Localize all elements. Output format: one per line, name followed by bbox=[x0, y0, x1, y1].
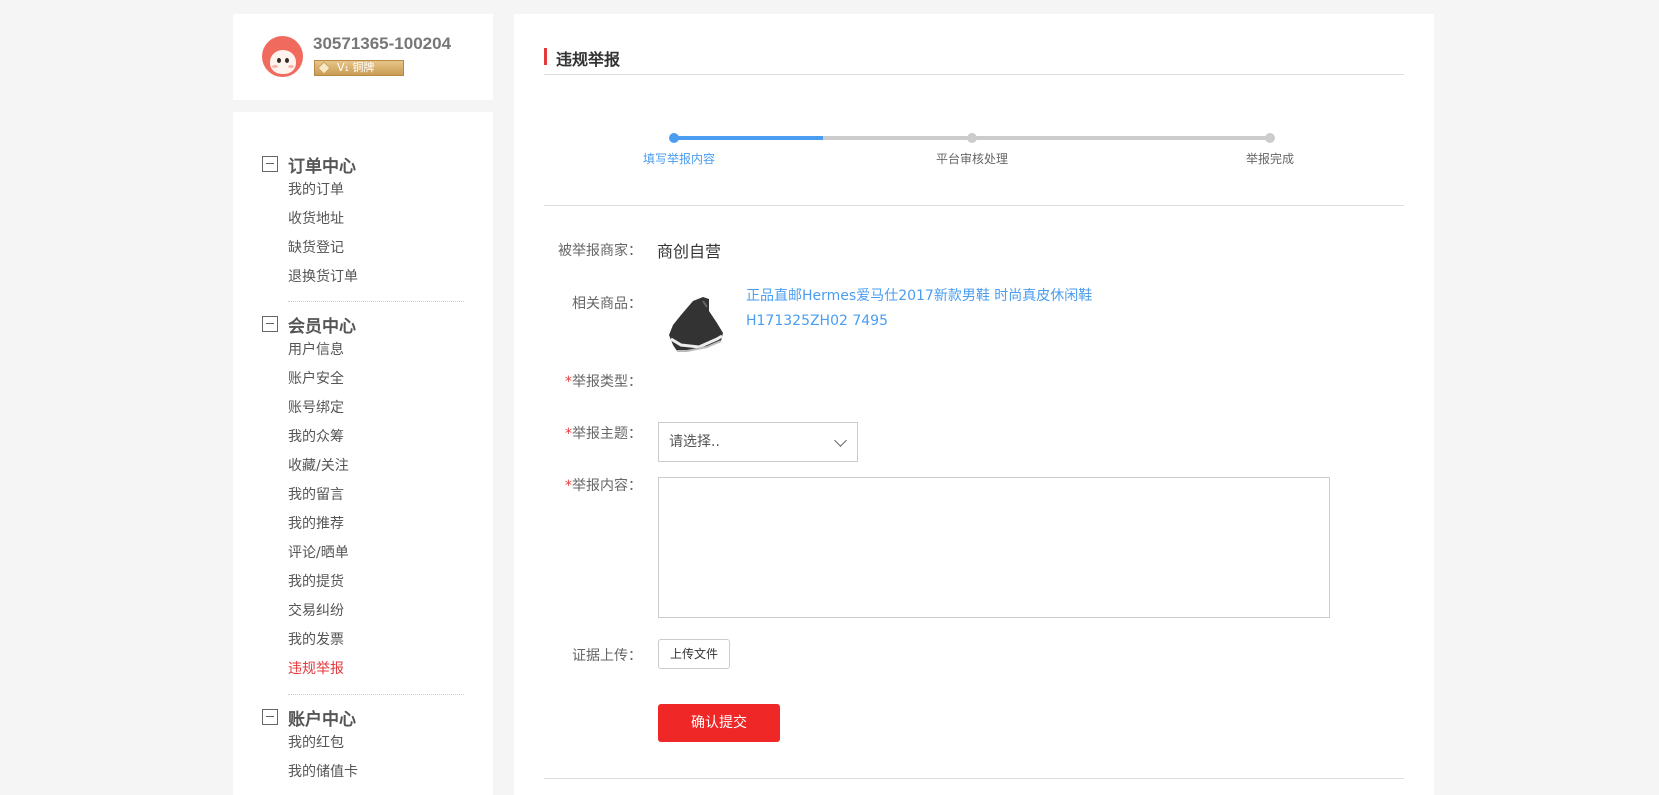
sidebar-menu: 订单中心 我的订单 收货地址 缺货登记 退换货订单 会员中心 用户信息 账户安全… bbox=[233, 112, 493, 795]
report-subject-label: *举报主题： bbox=[530, 423, 642, 443]
report-subject-value: 请选择.. bbox=[669, 434, 720, 450]
sidebar-item-account-binding[interactable]: 账号绑定 bbox=[262, 394, 464, 423]
step-label-fill: 填写举报内容 bbox=[642, 152, 716, 166]
report-content-label-text: 举报内容： bbox=[572, 478, 642, 494]
menu-group-header[interactable]: 订单中心 bbox=[262, 150, 464, 177]
report-type-label: *举报类型： bbox=[530, 371, 642, 391]
step-dot-2 bbox=[967, 133, 977, 143]
avatar-cheek-icon bbox=[288, 65, 294, 68]
step-label-complete: 举报完成 bbox=[1245, 152, 1295, 166]
product-name-line2[interactable]: H171325ZH02 7495 bbox=[746, 309, 1106, 334]
step-label-review: 平台审核处理 bbox=[935, 152, 1009, 166]
progress-fill bbox=[674, 136, 823, 140]
sidebar-item-pickups[interactable]: 我的提货 bbox=[262, 568, 464, 597]
submit-button[interactable]: 确认提交 bbox=[658, 704, 780, 742]
avatar-eye-icon bbox=[277, 58, 281, 63]
sidebar-item-shipping-address[interactable]: 收货地址 bbox=[262, 205, 464, 234]
divider bbox=[544, 778, 1404, 779]
required-mark: * bbox=[565, 478, 572, 494]
required-mark: * bbox=[565, 426, 572, 442]
upload-file-button[interactable]: 上传文件 bbox=[658, 639, 730, 669]
member-level-label: V₁ 铜牌 bbox=[337, 61, 375, 74]
report-subject-label-text: 举报主题： bbox=[572, 426, 642, 442]
report-type-label-text: 举报类型： bbox=[572, 374, 642, 390]
menu-group-member: 会员中心 用户信息 账户安全 账号绑定 我的众筹 收藏/关注 我的留言 我的推荐… bbox=[262, 310, 464, 684]
avatar-eye-icon bbox=[285, 58, 289, 63]
divider bbox=[288, 694, 464, 695]
main-panel: 违规举报 填写举报内容 平台审核处理 举报完成 被举报商家： 商创自营 相关商品… bbox=[514, 14, 1434, 795]
diamond-icon bbox=[317, 61, 331, 75]
step-dot-1 bbox=[669, 133, 679, 143]
sidebar-item-favorites[interactable]: 收藏/关注 bbox=[262, 452, 464, 481]
user-name: 30571365-100204 bbox=[313, 34, 452, 53]
menu-group-orders: 订单中心 我的订单 收货地址 缺货登记 退换货订单 bbox=[262, 150, 464, 292]
report-content-textarea[interactable] bbox=[658, 477, 1330, 618]
product-label: 相关商品： bbox=[572, 296, 642, 312]
sidebar-item-reviews[interactable]: 评论/晒单 bbox=[262, 539, 464, 568]
merchant-label: 被举报商家： bbox=[558, 243, 642, 259]
merchant-value: 商创自营 bbox=[657, 242, 722, 261]
menu-group-title: 订单中心 bbox=[288, 157, 356, 177]
sidebar-item-user-info[interactable]: 用户信息 bbox=[262, 336, 464, 365]
sidebar-item-violation-report[interactable]: 违规举报 bbox=[262, 655, 464, 684]
page-title: 违规举报 bbox=[544, 46, 620, 70]
collapse-icon[interactable] bbox=[262, 709, 278, 725]
sidebar-item-stockout-register[interactable]: 缺货登记 bbox=[262, 234, 464, 263]
divider bbox=[544, 74, 1404, 75]
menu-group-header[interactable]: 会员中心 bbox=[262, 310, 464, 337]
report-subject-select[interactable]: 请选择.. bbox=[658, 422, 858, 462]
sidebar-item-return-orders[interactable]: 退换货订单 bbox=[262, 263, 464, 292]
evidence-upload-label: 证据上传： bbox=[572, 648, 642, 664]
divider bbox=[288, 301, 464, 302]
sidebar-item-account-security[interactable]: 账户安全 bbox=[262, 365, 464, 394]
sidebar-item-messages[interactable]: 我的留言 bbox=[262, 481, 464, 510]
chevron-down-icon bbox=[834, 434, 847, 447]
sidebar-item-crowdfunding[interactable]: 我的众筹 bbox=[262, 423, 464, 452]
sidebar-item-disputes[interactable]: 交易纠纷 bbox=[262, 597, 464, 626]
product-link[interactable]: 正品直邮Hermes爱马仕2017新款男鞋 时尚真皮休闲鞋 H171325ZH0… bbox=[746, 284, 1106, 334]
menu-group-title: 账户中心 bbox=[288, 710, 356, 730]
collapse-icon[interactable] bbox=[262, 316, 278, 332]
product-name-line1[interactable]: 正品直邮Hermes爱马仕2017新款男鞋 时尚真皮休闲鞋 bbox=[746, 284, 1106, 309]
user-card: 30571365-100204 V₁ 铜牌 bbox=[233, 14, 493, 100]
avatar-cheek-icon bbox=[272, 65, 278, 68]
menu-group-header[interactable]: 账户中心 bbox=[262, 703, 464, 730]
required-mark: * bbox=[565, 374, 572, 390]
report-content-label: *举报内容： bbox=[530, 475, 642, 495]
sidebar-item-invoices[interactable]: 我的发票 bbox=[262, 626, 464, 655]
sidebar-item-referrals[interactable]: 我的推荐 bbox=[262, 510, 464, 539]
member-level-badge: V₁ 铜牌 bbox=[314, 60, 404, 76]
product-image[interactable] bbox=[659, 289, 729, 359]
sidebar-item-my-orders[interactable]: 我的订单 bbox=[262, 176, 464, 205]
collapse-icon[interactable] bbox=[262, 156, 278, 172]
avatar-face-icon bbox=[270, 50, 296, 74]
divider bbox=[544, 205, 1404, 206]
menu-group-account: 账户中心 我的红包 我的储值卡 bbox=[262, 703, 464, 787]
step-dot-3 bbox=[1265, 133, 1275, 143]
menu-group-title: 会员中心 bbox=[288, 317, 356, 337]
sidebar-item-stored-value-card[interactable]: 我的储值卡 bbox=[262, 758, 464, 787]
sidebar-item-red-packets[interactable]: 我的红包 bbox=[262, 729, 464, 758]
avatar[interactable] bbox=[262, 36, 303, 77]
